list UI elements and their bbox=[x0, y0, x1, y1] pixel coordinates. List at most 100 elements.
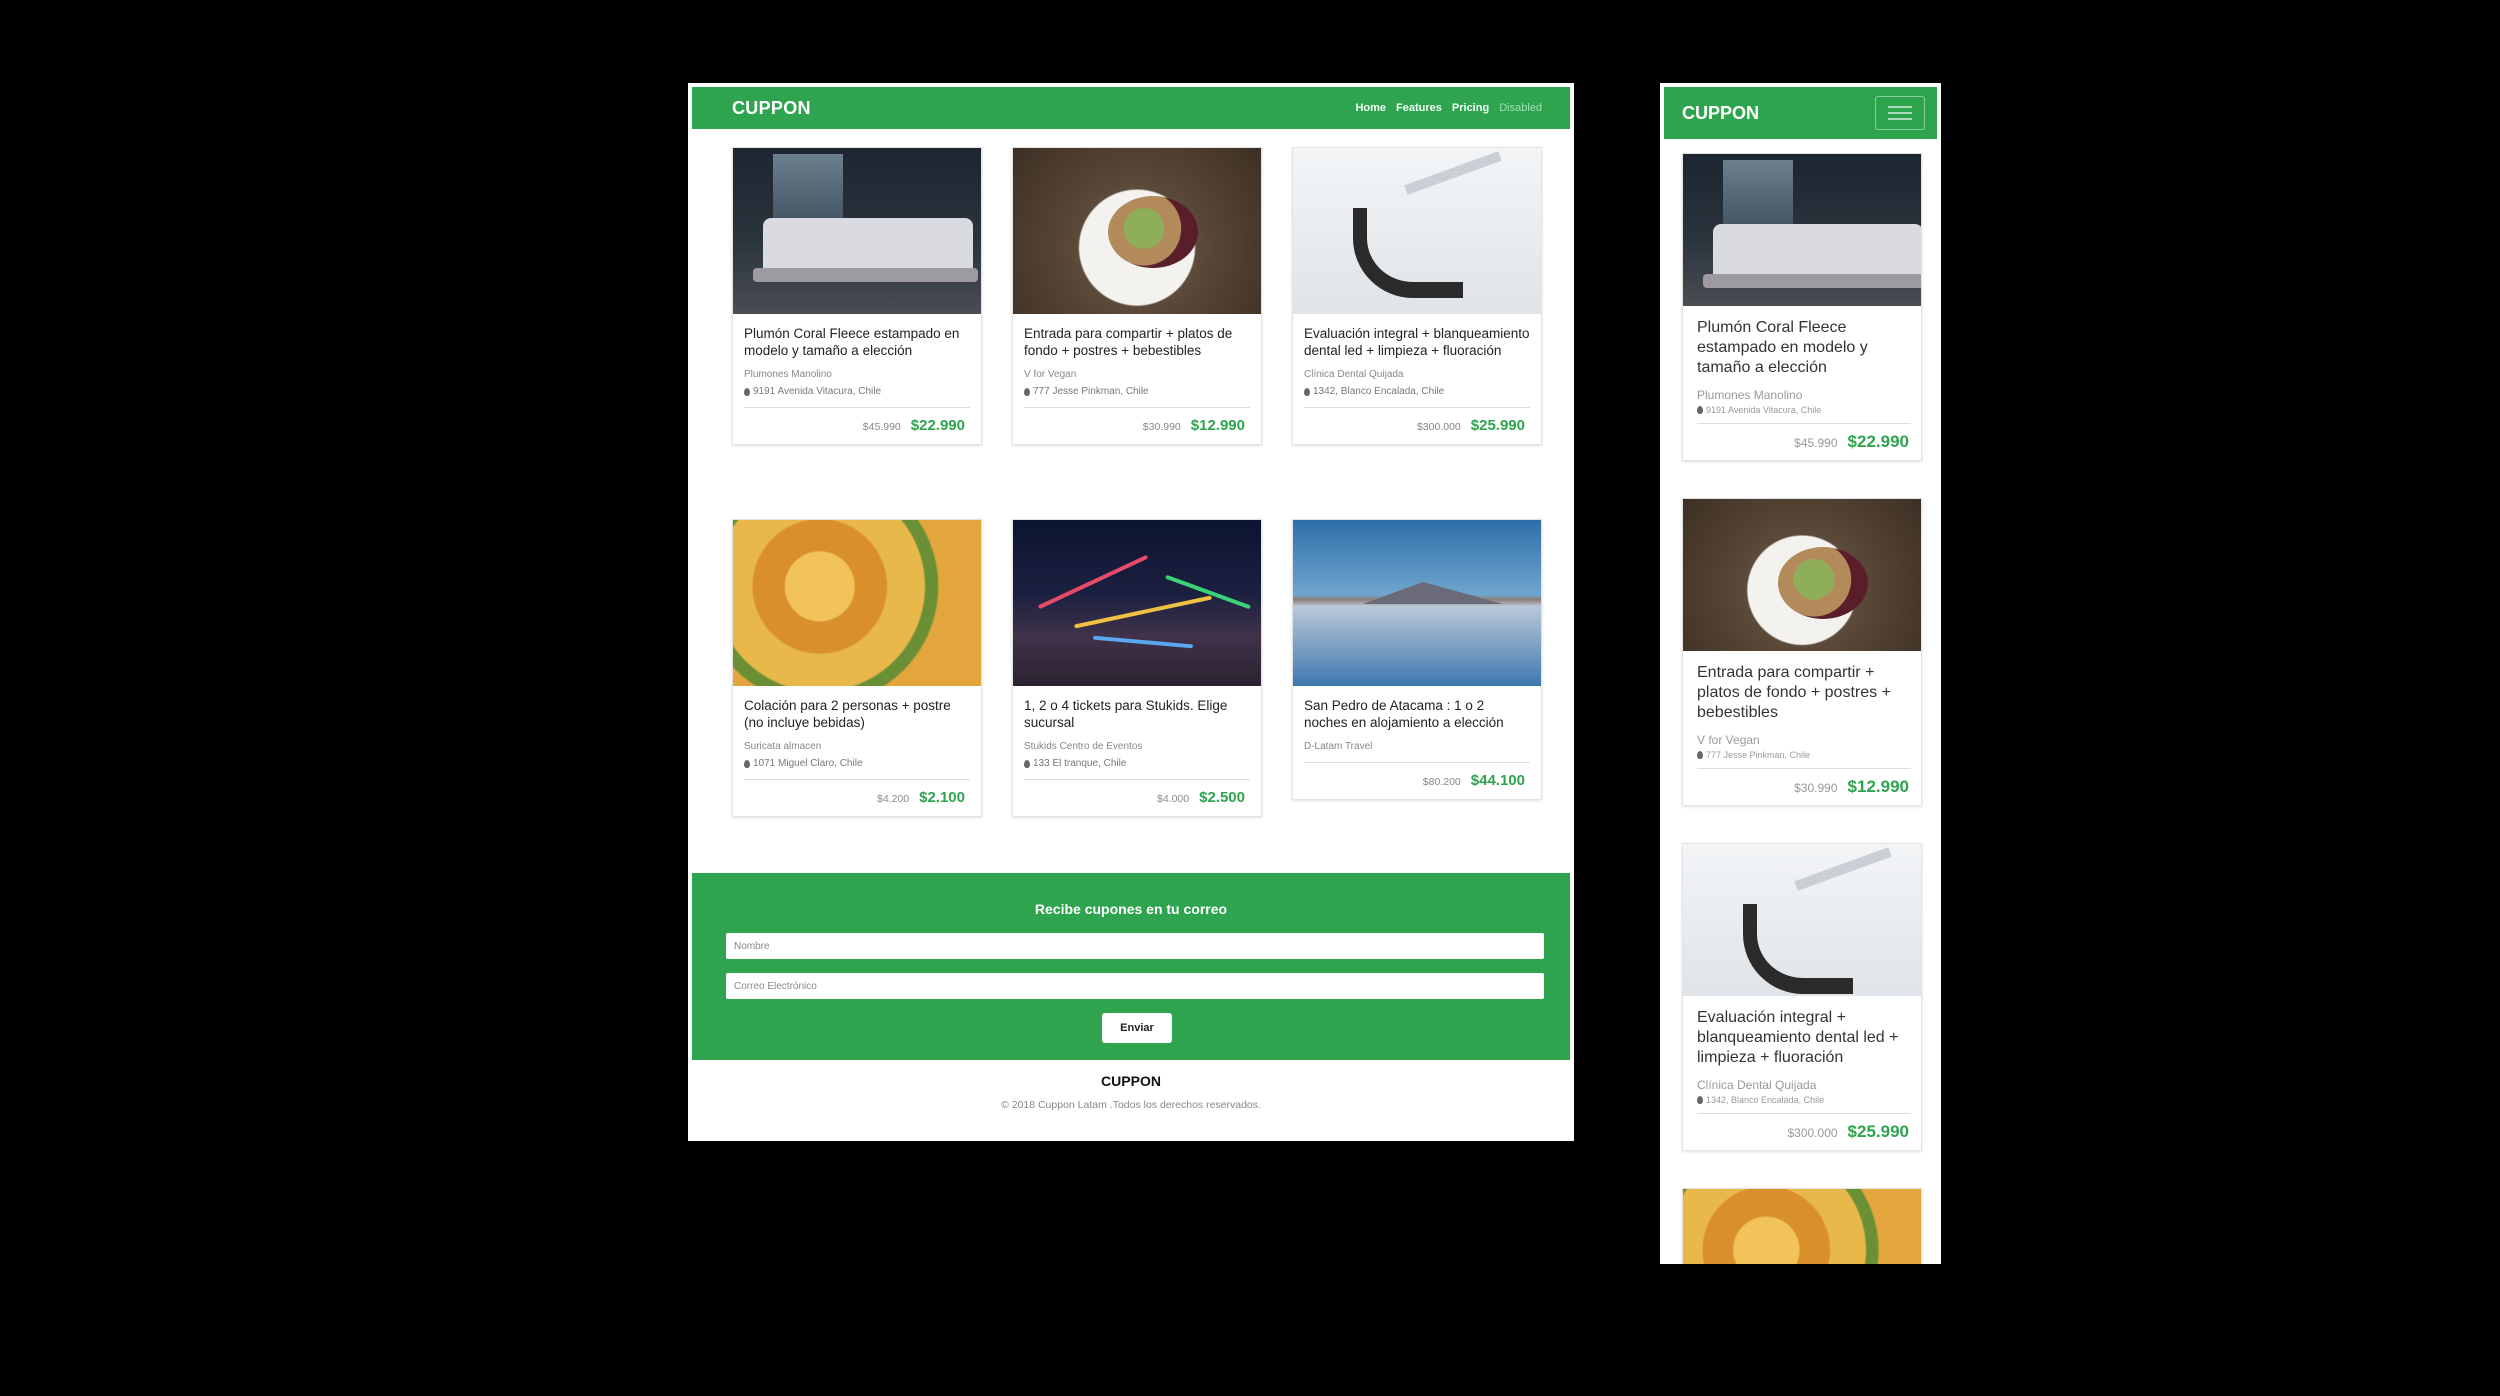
product-title[interactable]: 1, 2 o 4 tickets para Stukids. Elige suc… bbox=[1024, 697, 1250, 731]
product-card[interactable]: 1, 2 o 4 tickets para Stukids. Elige suc… bbox=[1012, 519, 1262, 817]
product-prices: $300.000 $25.990 bbox=[1697, 1122, 1911, 1142]
deal-price: $12.990 bbox=[1190, 417, 1245, 434]
product-company: V for Vegan bbox=[1024, 369, 1077, 380]
product-prices: $45.990 $22.990 bbox=[1697, 432, 1911, 452]
mobile-mockup: CUPPON Plumón Coral Fleece estampado en … bbox=[1660, 83, 1941, 1264]
product-image[interactable] bbox=[1683, 844, 1921, 996]
product-prices: $80.200 $44.100 bbox=[1304, 772, 1530, 789]
product-title[interactable]: San Pedro de Atacama : 1 o 2 noches en a… bbox=[1304, 697, 1530, 731]
product-address: 1071 Miguel Claro, Chile bbox=[744, 758, 970, 769]
old-price: $300.000 bbox=[1787, 1126, 1838, 1140]
product-prices: $4.200 $2.100 bbox=[744, 789, 970, 806]
deal-price: $25.990 bbox=[1470, 417, 1525, 434]
map-pin-icon bbox=[1697, 406, 1703, 414]
product-title[interactable]: Colación para 2 personas + postre (no in… bbox=[744, 697, 970, 731]
deal-price: $12.990 bbox=[1847, 777, 1909, 796]
mobile-product-card[interactable]: Plumón Coral Fleece estampado en modelo … bbox=[1682, 153, 1922, 461]
product-prices: $30.990 $12.990 bbox=[1024, 417, 1250, 434]
navbar: CUPPON Home Features Pricing Disabled bbox=[692, 87, 1570, 129]
product-company: D-Latam Travel bbox=[1304, 741, 1373, 752]
product-company: Plumones Manolino bbox=[744, 369, 832, 380]
map-pin-icon bbox=[744, 759, 750, 768]
product-card[interactable]: Entrada para compartir + platos de fondo… bbox=[1012, 147, 1262, 445]
product-image[interactable] bbox=[733, 148, 981, 314]
nav-link-home[interactable]: Home bbox=[1355, 102, 1386, 114]
old-price: $45.990 bbox=[1794, 436, 1838, 450]
product-address: 9191 Avenida Vitacura, Chile bbox=[744, 386, 970, 397]
old-price: $4.200 bbox=[876, 793, 910, 805]
product-title[interactable]: Evaluación integral + blanqueamiento den… bbox=[1697, 1008, 1911, 1068]
product-prices: $300.000 $25.990 bbox=[1304, 417, 1530, 434]
product-company: Stukids Centro de Eventos bbox=[1024, 741, 1143, 752]
product-prices: $45.990 $22.990 bbox=[744, 417, 970, 434]
old-price: $4.000 bbox=[1156, 793, 1190, 805]
product-address: 9191 Avenida Vitacura, Chile bbox=[1697, 405, 1911, 415]
map-pin-icon bbox=[744, 387, 750, 396]
product-image[interactable] bbox=[1683, 154, 1921, 306]
nav-links: Home Features Pricing Disabled bbox=[1355, 102, 1542, 114]
map-pin-icon bbox=[1697, 1096, 1703, 1104]
product-card[interactable]: Colación para 2 personas + postre (no in… bbox=[732, 519, 982, 817]
product-image[interactable] bbox=[1013, 148, 1261, 314]
old-price: $80.200 bbox=[1422, 776, 1461, 788]
map-pin-icon bbox=[1697, 751, 1703, 759]
nav-link-features[interactable]: Features bbox=[1396, 102, 1442, 114]
old-price: $30.990 bbox=[1794, 781, 1838, 795]
mobile-product-card[interactable]: Evaluación integral + blanqueamiento den… bbox=[1682, 843, 1922, 1151]
footer: CUPPON © 2018 Cuppon Latam .Todos los de… bbox=[688, 1073, 1574, 1111]
product-title[interactable]: Entrada para compartir + platos de fondo… bbox=[1697, 663, 1911, 723]
map-pin-icon bbox=[1024, 759, 1030, 768]
product-company: Clínica Dental Quijada bbox=[1697, 1078, 1817, 1092]
product-image[interactable] bbox=[733, 520, 981, 686]
product-company: V for Vegan bbox=[1697, 733, 1760, 747]
product-address: 777 Jesse Pinkman, Chile bbox=[1024, 386, 1250, 397]
newsletter-title: Recibe cupones en tu correo bbox=[1034, 901, 1228, 917]
product-image[interactable] bbox=[1683, 499, 1921, 651]
product-title[interactable]: Entrada para compartir + platos de fondo… bbox=[1024, 325, 1250, 359]
product-card[interactable]: Plumón Coral Fleece estampado en modelo … bbox=[732, 147, 982, 445]
mobile-brand-logo[interactable]: CUPPON bbox=[1682, 103, 1759, 124]
map-pin-icon bbox=[1024, 387, 1030, 396]
footer-copyright: © 2018 Cuppon Latam .Todos los derechos … bbox=[1001, 1099, 1261, 1111]
deal-price: $2.100 bbox=[919, 789, 965, 806]
product-card[interactable]: Evaluación integral + blanqueamiento den… bbox=[1292, 147, 1542, 445]
product-prices: $30.990 $12.990 bbox=[1697, 777, 1911, 797]
product-company: Clínica Dental Quijada bbox=[1304, 369, 1404, 380]
product-title[interactable]: Plumón Coral Fleece estampado en modelo … bbox=[744, 325, 970, 359]
send-button[interactable]: Enviar bbox=[1102, 1013, 1172, 1043]
deal-price: $44.100 bbox=[1470, 772, 1525, 789]
deal-price: $22.990 bbox=[910, 417, 965, 434]
product-image[interactable] bbox=[1293, 520, 1541, 686]
product-title[interactable]: Evaluación integral + blanqueamiento den… bbox=[1304, 325, 1530, 359]
product-image[interactable] bbox=[1293, 148, 1541, 314]
mobile-navbar: CUPPON bbox=[1664, 87, 1937, 139]
nav-link-pricing[interactable]: Pricing bbox=[1452, 102, 1489, 114]
old-price: $45.990 bbox=[862, 421, 901, 433]
product-company: Suricata almacen bbox=[744, 741, 822, 752]
product-title[interactable]: Plumón Coral Fleece estampado en modelo … bbox=[1697, 318, 1911, 378]
product-address: 777 Jesse Pinkman, Chile bbox=[1697, 750, 1911, 760]
desktop-mockup: CUPPON Home Features Pricing Disabled Pl… bbox=[688, 83, 1574, 1141]
old-price: $300.000 bbox=[1416, 421, 1461, 433]
mobile-product-card[interactable]: Entrada para compartir + platos de fondo… bbox=[1682, 498, 1922, 806]
brand-logo[interactable]: CUPPON bbox=[732, 98, 811, 119]
footer-brand: CUPPON bbox=[1101, 1073, 1161, 1089]
deal-price: $25.990 bbox=[1847, 1122, 1909, 1141]
product-image[interactable] bbox=[1013, 520, 1261, 686]
map-pin-icon bbox=[1304, 387, 1310, 396]
product-address: 1342, Blanco Encalada, Chile bbox=[1304, 386, 1530, 397]
hamburger-menu-icon[interactable] bbox=[1875, 96, 1925, 130]
email-input[interactable] bbox=[726, 973, 1544, 999]
product-address: 1342, Blanco Encalada, Chile bbox=[1697, 1095, 1911, 1105]
mobile-product-card[interactable] bbox=[1682, 1188, 1922, 1264]
product-address: 133 El tranque, Chile bbox=[1024, 758, 1250, 769]
deal-price: $22.990 bbox=[1847, 432, 1909, 451]
product-card[interactable]: San Pedro de Atacama : 1 o 2 noches en a… bbox=[1292, 519, 1542, 800]
deal-price: $2.500 bbox=[1199, 789, 1245, 806]
newsletter-section: Recibe cupones en tu correo Enviar bbox=[692, 873, 1570, 1060]
nav-link-disabled: Disabled bbox=[1499, 102, 1542, 114]
product-image[interactable] bbox=[1683, 1189, 1921, 1264]
product-prices: $4.000 $2.500 bbox=[1024, 789, 1250, 806]
name-input[interactable] bbox=[726, 933, 1544, 959]
old-price: $30.990 bbox=[1142, 421, 1181, 433]
